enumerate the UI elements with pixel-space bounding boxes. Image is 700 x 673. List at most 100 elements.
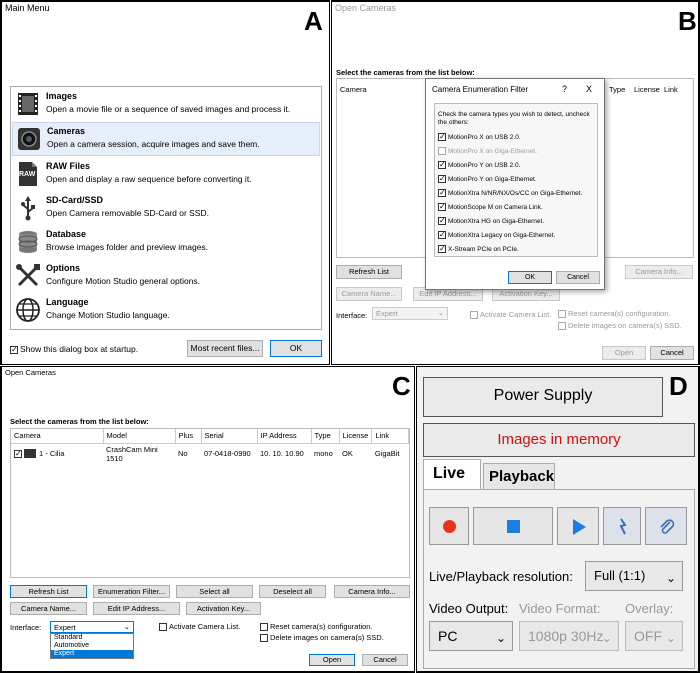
open-button[interactable]: Open (602, 346, 646, 360)
play-icon (573, 519, 586, 535)
video-output-select[interactable]: PC ⌄ (429, 621, 513, 651)
trigger-button[interactable] (603, 507, 641, 545)
camera-name-button[interactable]: Camera Name... (10, 602, 87, 615)
images-in-memory-label: Images in memory (497, 431, 621, 448)
cell-type: mono (314, 449, 333, 458)
play-button[interactable] (557, 507, 599, 545)
enum-option[interactable]: MotionXtra HG on Giga-Ethernet. (438, 217, 596, 231)
reset-checkbox[interactable]: Reset camera(s) configuration. (260, 622, 373, 632)
chevron-down-icon: ⌄ (437, 308, 444, 317)
camera-list[interactable]: Camera Model Plus Serial IP Address Type… (10, 428, 410, 578)
checkbox-icon (558, 310, 566, 319)
record-button[interactable] (429, 507, 469, 545)
refresh-list-button[interactable]: Refresh List (336, 265, 402, 279)
menu-item-database[interactable]: Database Browse images folder and previe… (12, 226, 320, 260)
edit-ip-button[interactable]: Edit IP Address... (93, 602, 180, 615)
interface-value: Expert (376, 309, 398, 318)
enum-option[interactable]: MotionScope M on Camera Link. (438, 203, 596, 217)
col-plus: Plus (175, 429, 202, 444)
delete-checkbox[interactable]: Delete images on camera(s) SSD. (260, 633, 384, 643)
select-all-button[interactable]: Select all (176, 585, 253, 598)
camera-info-button[interactable]: Camera Info... (334, 585, 410, 598)
menu-item-title: Cameras (47, 126, 86, 136)
menu-item-raw-files[interactable]: RAW RAW Files Open and display a raw seq… (12, 158, 320, 192)
menu-item-desc: Configure Motion Studio general options. (46, 276, 201, 286)
col-ip-address: IP Address (257, 429, 312, 444)
option-standard[interactable]: Standard (51, 634, 133, 642)
stop-button[interactable] (473, 507, 553, 545)
tab-playback-label: Playback (489, 468, 555, 485)
camera-name-button[interactable]: Camera Name... (336, 287, 402, 301)
show-startup-checkbox[interactable]: Show this dialog box at startup. (10, 344, 138, 354)
cancel-button[interactable]: Cancel (362, 654, 408, 666)
col-camera: Camera (11, 429, 104, 444)
enum-option[interactable]: MotionPro X on Giga-Ethernet. (438, 147, 596, 161)
usb-icon (21, 196, 35, 221)
tab-live[interactable]: Live (423, 459, 481, 489)
enum-option[interactable]: MotionPro Y on Giga-Ethernet. (438, 175, 596, 189)
help-button[interactable]: ? (562, 84, 567, 94)
panel-open-cameras-list: Open Cameras C Select the cameras from t… (0, 366, 415, 673)
checkbox-icon (558, 322, 566, 331)
raw-badge: RAW (19, 171, 36, 178)
activation-key-button[interactable]: Activation Key... (186, 602, 261, 615)
overlay-select[interactable]: OFF ⌄ (625, 621, 683, 651)
dialog-instructions: Check the camera types you wish to detec… (438, 111, 590, 126)
menu-item-images[interactable]: Images Open a movie file or a sequence o… (12, 88, 320, 122)
activate-checkbox[interactable]: Activate Camera List. (470, 310, 551, 320)
open-button[interactable]: Open (309, 654, 355, 666)
interface-select[interactable]: Expert ⌄ (50, 621, 134, 633)
checkbox-icon (438, 189, 446, 198)
images-in-memory-status: Images in memory (423, 423, 695, 457)
enumeration-filter-button[interactable]: Enumeration Filter... (93, 585, 170, 598)
enum-option[interactable]: MotionXtra N/NR/NX/Os/CC on Giga-Etherne… (438, 189, 596, 203)
most-recent-files-button[interactable]: Most recent files... (187, 340, 263, 357)
resolution-select[interactable]: Full (1:1) ⌄ (585, 561, 683, 591)
reset-label: Reset camera(s) configuration. (568, 309, 671, 318)
deselect-all-button[interactable]: Deselect all (259, 585, 326, 598)
video-format-select[interactable]: 1080p 30Hz ⌄ (519, 621, 619, 651)
activate-label: Activate Camera List. (169, 622, 241, 631)
menu-item-options[interactable]: Options Configure Motion Studio general … (12, 260, 320, 294)
menu-item-title: Database (46, 229, 87, 239)
tools-icon (16, 264, 40, 287)
enum-option-label: MotionXtra Legacy on Giga-Ethernet. (448, 232, 556, 239)
enum-option[interactable]: MotionPro Y on USB 2.0. (438, 161, 596, 175)
enum-option[interactable]: X-Stream PCIe on PCIe. (438, 245, 596, 259)
enum-option[interactable]: MotionXtra Legacy on Giga-Ethernet. (438, 231, 596, 245)
attach-button[interactable] (645, 507, 687, 545)
record-icon (443, 520, 456, 533)
camera-info-button[interactable]: Camera Info... (625, 265, 693, 279)
globe-icon (16, 298, 40, 322)
tab-playback[interactable]: Playback (483, 463, 555, 489)
close-icon[interactable]: X (586, 84, 592, 94)
dialog-cancel-button[interactable]: Cancel (556, 271, 600, 284)
row-checkbox[interactable] (14, 449, 22, 458)
enum-option[interactable]: MotionPro X on USB 2.0. (438, 133, 596, 147)
activate-checkbox[interactable]: Activate Camera List. (159, 622, 241, 632)
checkbox-icon (438, 245, 446, 254)
dialog-ok-button[interactable]: OK (508, 271, 552, 284)
menu-item-title: Options (46, 263, 80, 273)
option-expert[interactable]: Expert (51, 650, 133, 658)
ok-button[interactable]: OK (270, 340, 322, 357)
cancel-button[interactable]: Cancel (650, 346, 694, 360)
checkbox-icon (159, 623, 167, 632)
select-cameras-label: Select the cameras from the list below: (336, 68, 475, 77)
menu-item-language[interactable]: Language Change Motion Studio language. (12, 294, 320, 328)
option-automotive[interactable]: Automotive (51, 642, 133, 650)
overlay-value: OFF (634, 628, 662, 644)
reset-checkbox[interactable]: Reset camera(s) configuration. (558, 309, 671, 319)
resolution-label: Live/Playback resolution: (429, 569, 573, 584)
refresh-list-button[interactable]: Refresh List (10, 585, 87, 598)
chevron-down-icon: ⌄ (123, 622, 130, 631)
enum-option-label: MotionPro Y on Giga-Ethernet. (448, 176, 537, 183)
table-row[interactable]: 1 - Cilia CrashCam Mini 1510 No 07-0418-… (11, 443, 409, 464)
delete-checkbox[interactable]: Delete images on camera(s) SSD. (558, 321, 682, 331)
menu-item-desc: Browse images folder and preview images. (46, 242, 209, 252)
menu-item-cameras[interactable]: Cameras Open a camera session, acquire i… (12, 122, 320, 156)
interface-select[interactable]: Expert ⌄ (372, 307, 448, 320)
menu-item-sd-card[interactable]: SD-Card/SSD Open Camera removable SD-Car… (12, 192, 320, 226)
camera-icon (24, 449, 36, 459)
panel-open-cameras-filter: Open Cameras B Select the cameras from t… (331, 0, 700, 365)
